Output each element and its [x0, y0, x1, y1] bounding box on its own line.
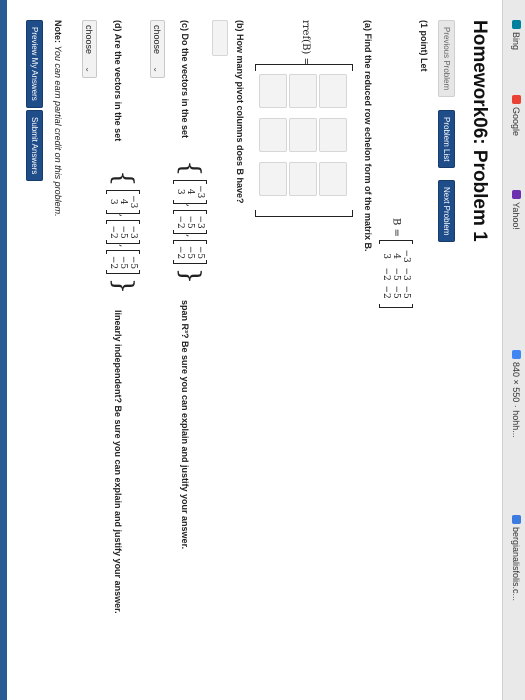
right-bracket-icon	[106, 209, 140, 214]
matrix-entry: −5	[391, 285, 401, 299]
vector-entry: −5	[195, 245, 205, 260]
vector-entry: −3	[128, 225, 138, 239]
part-d-suffix: linearly independent? Be sure you can ex…	[113, 310, 123, 614]
preview-answers-button[interactable]: Preview My Answers	[26, 20, 43, 108]
rref-entry-input[interactable]	[319, 162, 347, 196]
matrix-entry: 3	[381, 253, 391, 259]
vector-entry: −2	[108, 225, 118, 239]
rref-entry-input[interactable]	[289, 74, 317, 108]
matrix-entry: −5	[391, 267, 401, 281]
right-bracket-icon	[106, 240, 140, 245]
rref-entry-input[interactable]	[289, 162, 317, 196]
part-a-text: (a) Find the reduced row echelon form of…	[363, 20, 373, 252]
vector-entry: −3	[128, 195, 138, 209]
vector-entry: 4	[118, 198, 128, 205]
bing-icon	[512, 20, 521, 29]
matrix-entry: 4	[391, 253, 401, 259]
chevron-down-icon: ⌄	[84, 66, 93, 73]
part-c-suffix: span R³? Be sure you can explain and jus…	[180, 300, 190, 550]
matrix-b: B = −3 −3 −5 4 −5 −5 3 −2 −2	[379, 218, 413, 309]
webwork-page: bergianalisfolis.c... 840 × 550 · hohh..…	[0, 0, 525, 700]
right-bracket-icon	[173, 260, 207, 265]
vector: −3 4 3	[175, 184, 205, 200]
right-brace-icon: }	[175, 267, 205, 285]
vector-entry: −2	[175, 245, 185, 260]
matrix-entry: −3	[401, 249, 411, 263]
right-bracket-icon	[106, 270, 140, 275]
rref-entry-input[interactable]	[259, 118, 287, 152]
bookmarks-bar: bergianalisfolis.c... 840 × 550 · hohh..…	[502, 0, 525, 700]
bookmark-item[interactable]: 840 × 550 · hohh...	[511, 350, 521, 438]
page-title: Homework06: Problem 1	[469, 20, 490, 242]
vector-entry: −2	[108, 255, 118, 270]
submit-answers-button[interactable]: Submit Answers	[26, 110, 43, 182]
vector-entry: −5	[185, 215, 195, 229]
vector-entry: −5	[128, 255, 138, 270]
vector-entry: −2	[175, 215, 185, 229]
left-brace-icon: {	[108, 170, 138, 187]
partial-credit-note: Note: You can earn partial credit on thi…	[53, 20, 63, 217]
matrix-entry: −3	[401, 267, 411, 281]
vector: −3 −5 −2	[108, 224, 138, 240]
points-label: (1 point) Let	[419, 20, 429, 72]
rref-entry-input[interactable]	[259, 162, 287, 196]
bookmark-item[interactable]: Bing	[511, 20, 521, 50]
next-problem-button[interactable]: Next Problem	[438, 180, 455, 243]
vector: −5 −5 −2	[175, 244, 205, 260]
right-bracket-icon	[173, 230, 207, 235]
vector-entry: −5	[118, 225, 128, 239]
vector-entry: 3	[175, 188, 185, 195]
rref-left-bracket-icon	[255, 64, 353, 71]
vector-entry: 4	[185, 188, 195, 195]
google-icon	[512, 350, 521, 359]
rref-entry-input[interactable]	[319, 118, 347, 152]
rref-right-bracket-icon	[255, 210, 353, 217]
rref-entry-input[interactable]	[319, 74, 347, 108]
previous-problem-button[interactable]: Previous Problem	[438, 20, 455, 98]
rref-entry-input[interactable]	[259, 74, 287, 108]
right-brace-icon: }	[108, 277, 138, 295]
matrix-entry: −2	[381, 267, 391, 281]
part-d-prefix: (d) Are the vectors in the set	[113, 20, 123, 142]
vector: −3 4 3	[108, 194, 138, 210]
vector: −5 −5 −2	[108, 254, 138, 270]
vector-set-c: { −3 4 3, −3 −5 −2, −5 −5 −2 }	[173, 160, 207, 285]
vector-entry: −3	[195, 185, 205, 199]
matrix-b-entries: −3 −3 −5 4 −5 −5 3 −2 −2	[381, 244, 411, 304]
independence-choice-select[interactable]: choose ⌄	[82, 20, 97, 78]
google-icon	[512, 95, 521, 104]
bookmark-icon	[512, 515, 521, 524]
problem-list-button[interactable]: Problem List	[438, 110, 455, 169]
matrix-entry: −5	[401, 285, 411, 299]
vector-entry: −5	[118, 255, 128, 270]
bookmark-item[interactable]: Yahoo!	[511, 190, 521, 230]
right-bracket-icon	[379, 304, 413, 309]
pivot-count-input[interactable]	[212, 20, 228, 56]
left-brace-icon: {	[175, 160, 205, 177]
vector-entry: −3	[195, 215, 205, 229]
bookmark-item[interactable]: Google	[511, 95, 521, 136]
vector-entry: −5	[185, 245, 195, 260]
note-text: You can earn partial credit on this prob…	[53, 45, 63, 217]
vector-set-d: { −3 4 3, −3 −5 −2, −5 −5 −2 }	[106, 170, 140, 295]
matrix-entry: −2	[381, 285, 391, 299]
part-b-text: (b) How many pivot columns does B have?	[235, 20, 245, 204]
vector-entry: 3	[108, 198, 118, 205]
rref-label: rref(B) =	[300, 20, 311, 66]
bookmark-item[interactable]: bergianalisfolis.c...	[511, 515, 521, 601]
span-choice-value: choose	[152, 25, 162, 55]
bottom-accent-bar	[0, 0, 7, 700]
matrix-b-label: B =	[390, 218, 402, 237]
chevron-down-icon: ⌄	[152, 66, 161, 73]
span-choice-select[interactable]: choose ⌄	[150, 20, 165, 78]
part-c-prefix: (c) Do the vectors in the set	[180, 20, 190, 139]
rref-entry-input[interactable]	[289, 118, 317, 152]
independence-choice-value: choose	[84, 25, 94, 55]
vector: −3 −5 −2	[175, 214, 205, 230]
yahoo-icon	[512, 190, 521, 199]
note-label: Note:	[53, 20, 63, 43]
right-bracket-icon	[173, 199, 207, 204]
